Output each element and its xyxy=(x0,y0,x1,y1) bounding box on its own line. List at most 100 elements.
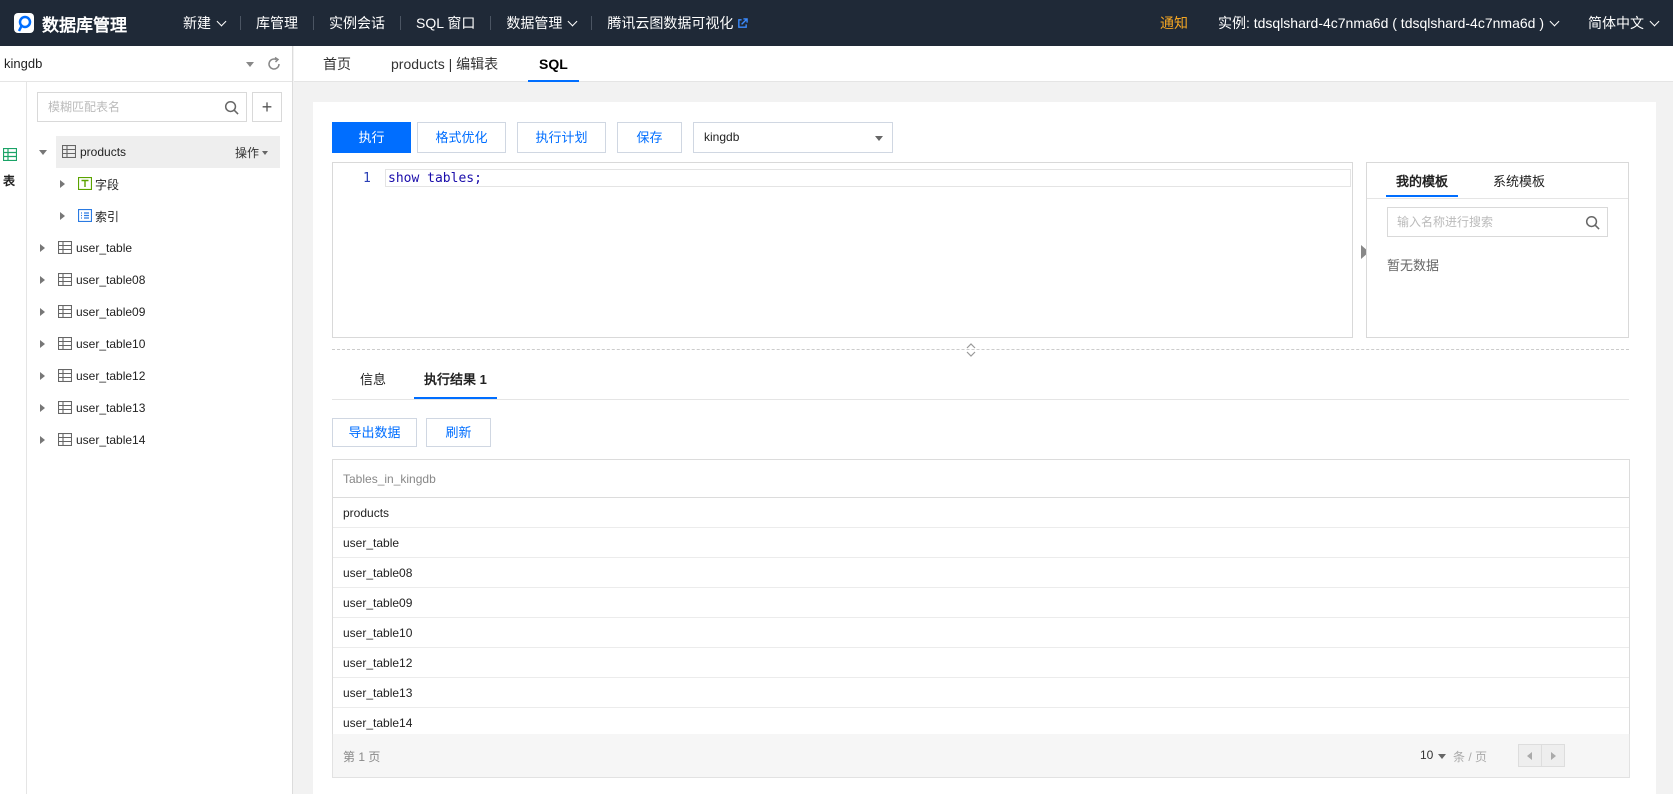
table-icon xyxy=(58,273,72,286)
table-row[interactable]: user_table10 xyxy=(333,618,1629,648)
expand-arrow-icon[interactable] xyxy=(40,436,45,444)
table-row[interactable]: user_table13 xyxy=(333,678,1629,708)
expand-arrow-icon[interactable] xyxy=(40,308,45,316)
table-icon[interactable] xyxy=(3,148,17,161)
notice-link[interactable]: 通知 xyxy=(1145,13,1203,33)
top-nav: 数据库管理 新建 库管理 实例会话 SQL 窗口 数据管理 腾讯云图数据可视化 xyxy=(0,0,1673,46)
page-label: 第 1 页 xyxy=(343,750,381,764)
tree-row-table[interactable]: user_table12 xyxy=(28,360,292,392)
execution-plan-button[interactable]: 执行计划 xyxy=(517,122,606,153)
brand-title: 数据库管理 xyxy=(42,15,127,35)
sql-code[interactable]: show tables; xyxy=(388,171,482,186)
database-dropdown-value: kingdb xyxy=(704,130,740,144)
nav-visualization-link[interactable]: 腾讯云图数据可视化 xyxy=(592,0,763,46)
nav-db-manage[interactable]: 库管理 xyxy=(241,0,313,46)
page-tabs: 首页 products | 编辑表 SQL xyxy=(294,46,1673,82)
tree-row-fields[interactable]: 字段 xyxy=(28,168,292,200)
resize-handle-icon[interactable] xyxy=(965,342,977,358)
rail-tables-label[interactable]: 表 xyxy=(3,172,15,189)
caret-down-icon[interactable] xyxy=(1438,754,1446,759)
add-table-button[interactable]: + xyxy=(252,92,282,122)
expand-arrow-icon[interactable] xyxy=(40,276,45,284)
nav-data-manage-menu[interactable]: 数据管理 xyxy=(491,0,591,46)
database-logo-icon xyxy=(14,13,34,33)
language-selector[interactable]: 简体中文 xyxy=(1573,0,1673,46)
table-row[interactable]: user_table12 xyxy=(333,648,1629,678)
tree-row-table[interactable]: user_table08 xyxy=(28,264,292,296)
instance-label: 实例: tdsqlshard-4c7nma6d ( tdsqlshard-4c7… xyxy=(1217,15,1544,31)
nav-data-manage-label: 数据管理 xyxy=(506,15,563,31)
next-page-button[interactable] xyxy=(1541,744,1565,767)
next-icon xyxy=(1551,752,1556,760)
nav-sql-window-label: SQL 窗口 xyxy=(416,15,476,31)
table-search-input[interactable] xyxy=(38,93,218,121)
tab-system-templates[interactable]: 系统模板 xyxy=(1493,171,1545,197)
tab-info[interactable]: 信息 xyxy=(360,369,386,399)
tab-home[interactable]: 首页 xyxy=(323,46,351,82)
column-header[interactable]: Tables_in_kingdb xyxy=(333,460,1629,498)
sql-panel: 执行 格式优化 执行计划 保存 kingdb 1 show tables; 我的… xyxy=(313,102,1656,794)
format-button[interactable]: 格式优化 xyxy=(417,122,506,153)
nav-new-menu[interactable]: 新建 xyxy=(168,0,240,46)
expand-arrow-icon[interactable] xyxy=(40,372,45,380)
table-icon xyxy=(58,401,72,414)
tree-row-label: user_table08 xyxy=(76,273,146,287)
current-line-highlight xyxy=(385,169,1351,187)
tree-row-table[interactable]: user_table xyxy=(28,232,292,264)
tree-row-label: user_table13 xyxy=(76,401,146,415)
divider xyxy=(1367,198,1628,199)
chevron-down-icon xyxy=(1649,16,1660,26)
database-selector[interactable]: kingdb xyxy=(0,46,292,82)
tab-my-templates[interactable]: 我的模板 xyxy=(1386,171,1459,197)
refresh-icon[interactable] xyxy=(266,56,282,72)
table-search-box xyxy=(37,92,247,122)
table-row[interactable]: user_table xyxy=(333,528,1629,558)
export-data-button[interactable]: 导出数据 xyxy=(332,418,417,447)
database-dropdown[interactable]: kingdb xyxy=(693,122,893,153)
expand-arrow-icon[interactable] xyxy=(60,180,65,188)
brand[interactable]: 数据库管理 xyxy=(0,11,168,36)
nav-sessions[interactable]: 实例会话 xyxy=(314,0,400,46)
divider xyxy=(332,399,1629,400)
resize-divider xyxy=(332,349,1629,350)
execute-button[interactable]: 执行 xyxy=(332,122,411,153)
search-icon[interactable] xyxy=(224,100,239,115)
expand-arrow-icon[interactable] xyxy=(40,404,45,412)
expand-arrow-icon[interactable] xyxy=(60,212,65,220)
table-row[interactable]: user_table08 xyxy=(333,558,1629,588)
table-row[interactable]: user_table09 xyxy=(333,588,1629,618)
side-rail: 表 xyxy=(0,82,27,794)
search-icon[interactable] xyxy=(1585,215,1600,230)
template-search-input[interactable] xyxy=(1388,208,1578,236)
tree-row-label: user_table10 xyxy=(76,337,146,351)
tab-result-1[interactable]: 执行结果 1 xyxy=(414,369,497,399)
expand-arrow-icon[interactable] xyxy=(40,340,45,348)
tree-row-table[interactable]: user_table10 xyxy=(28,328,292,360)
object-browser: kingdb 表 + products 操作 xyxy=(0,46,293,794)
page-size-select[interactable]: 10 xyxy=(1420,748,1433,762)
table-icon xyxy=(58,369,72,382)
nav-sql-window[interactable]: SQL 窗口 xyxy=(401,0,490,46)
prev-page-button[interactable] xyxy=(1518,744,1542,767)
table-row[interactable]: products xyxy=(333,498,1629,528)
refresh-button[interactable]: 刷新 xyxy=(426,418,491,447)
tree-row-table[interactable]: user_table13 xyxy=(28,392,292,424)
tree-row-table[interactable]: user_table14 xyxy=(28,424,292,456)
sql-editor[interactable]: 1 show tables; xyxy=(332,162,1353,338)
table-icon xyxy=(62,145,76,158)
tab-products-edit[interactable]: products | 编辑表 xyxy=(391,46,498,82)
expand-arrow-icon[interactable] xyxy=(40,244,45,252)
page-size-unit: 条 / 页 xyxy=(1453,750,1488,764)
empty-state: 暂无数据 xyxy=(1387,258,1440,273)
expand-arrow-icon[interactable] xyxy=(39,150,47,155)
tree-row-table[interactable]: user_table09 xyxy=(28,296,292,328)
instance-selector[interactable]: 实例: tdsqlshard-4c7nma6d ( tdsqlshard-4c7… xyxy=(1203,0,1573,46)
chevron-down-icon xyxy=(567,16,578,26)
index-icon xyxy=(78,209,92,222)
template-panel: 我的模板 系统模板 暂无数据 xyxy=(1366,162,1629,338)
save-button[interactable]: 保存 xyxy=(617,122,682,153)
table-operation-menu[interactable]: 操作 xyxy=(235,144,268,161)
tab-sql[interactable]: SQL xyxy=(528,46,579,82)
tree-row-products[interactable]: products 操作 xyxy=(39,136,280,168)
tree-row-indexes[interactable]: 索引 xyxy=(28,200,292,232)
